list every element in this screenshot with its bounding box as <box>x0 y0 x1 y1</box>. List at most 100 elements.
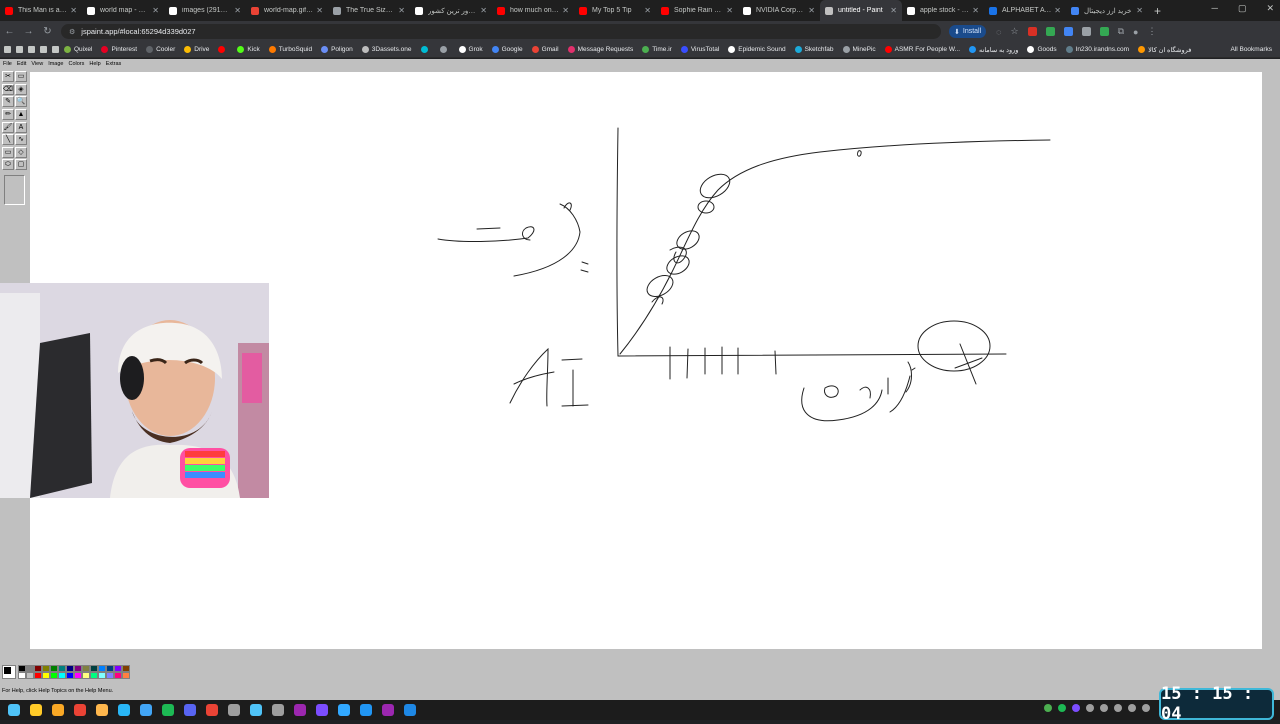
bookmark-item[interactable]: Time.ir <box>642 46 672 53</box>
tab-close-icon[interactable]: ✕ <box>644 6 651 15</box>
extensions-puzzle-icon[interactable]: ⧉ <box>1118 26 1124 37</box>
browser-tab[interactable]: apple stock - Goo✕ <box>902 0 984 21</box>
current-colors[interactable] <box>2 665 16 679</box>
menu-item-help[interactable]: Help <box>89 61 100 67</box>
app-shortcut-icon[interactable] <box>28 46 35 53</box>
profile-icon[interactable]: ● <box>1133 27 1138 37</box>
color-swatch[interactable] <box>98 672 106 679</box>
menu-dots-icon[interactable]: ⋮ <box>1147 26 1156 37</box>
color-swatch[interactable] <box>114 672 122 679</box>
browser-tab[interactable]: images (291×173 ✕ <box>164 0 246 21</box>
back-icon[interactable]: ← <box>0 26 19 37</box>
paint-tool-icon[interactable]: ▲ <box>15 108 27 120</box>
tab-close-icon[interactable]: ✕ <box>972 6 979 15</box>
tab-close-icon[interactable]: ✕ <box>152 6 159 15</box>
paint-tool-icon[interactable]: ╲ <box>2 134 14 146</box>
app-shortcut-icon[interactable] <box>16 46 23 53</box>
taskbar-app-icon[interactable] <box>228 704 240 716</box>
color-swatch[interactable] <box>26 665 34 672</box>
paint-tool-icon[interactable]: 🖌 <box>2 121 14 133</box>
taskbar-app-icon[interactable] <box>404 704 416 716</box>
menu-item-file[interactable]: File <box>3 61 12 67</box>
bookmark-item[interactable]: Quixel <box>64 46 92 53</box>
tool-options[interactable] <box>4 175 25 205</box>
paint-tool-icon[interactable]: ▢ <box>15 159 27 171</box>
paint-tool-icon[interactable]: 🔍 <box>15 96 27 108</box>
color-swatch[interactable] <box>58 665 66 672</box>
color-swatch[interactable] <box>66 672 74 679</box>
paint-tool-icon[interactable]: ▭ <box>2 146 14 158</box>
tray-icon[interactable] <box>1044 704 1052 712</box>
bookmark-item[interactable]: Cooler <box>146 46 175 53</box>
taskbar-app-icon[interactable] <box>294 704 306 716</box>
app-shortcut-icon[interactable] <box>40 46 47 53</box>
color-swatch[interactable] <box>50 672 58 679</box>
taskbar-app-icon[interactable] <box>74 704 86 716</box>
bookmark-item[interactable]: Drive <box>184 46 209 53</box>
taskbar-app-icon[interactable] <box>360 704 372 716</box>
browser-tab[interactable]: ALPHABET A (EI ✕ <box>984 0 1066 21</box>
menu-item-colors[interactable]: Colors <box>68 61 84 67</box>
taskbar-app-icon[interactable] <box>30 704 42 716</box>
color-swatch[interactable] <box>18 672 26 679</box>
extension-icon[interactable] <box>1099 27 1109 36</box>
color-swatch[interactable] <box>122 665 130 672</box>
bookmark-item[interactable]: 3Dassets.one <box>361 46 412 53</box>
bookmark-item[interactable] <box>439 46 450 53</box>
color-swatch[interactable] <box>58 672 66 679</box>
taskbar-app-icon[interactable] <box>140 704 152 716</box>
bookmark-item[interactable]: Pinterest <box>101 46 137 53</box>
tab-close-icon[interactable]: ✕ <box>398 6 405 15</box>
browser-tab[interactable]: پهناور ترین کشور ✕ <box>410 0 492 21</box>
tray-icon[interactable] <box>1128 704 1136 712</box>
all-bookmarks-button[interactable]: All Bookmarks <box>1230 46 1272 53</box>
taskbar-app-icon[interactable] <box>162 704 174 716</box>
bookmark-item[interactable] <box>218 46 228 53</box>
taskbar-app-icon[interactable] <box>272 704 284 716</box>
browser-tab[interactable]: NVIDIA Corporati ✕ <box>738 0 820 21</box>
taskbar-app-icon[interactable] <box>250 704 262 716</box>
taskbar-app-icon[interactable] <box>338 704 350 716</box>
browser-tab[interactable]: My Top 5 Tip ✕ <box>574 0 656 21</box>
bookmark-item[interactable]: فروشگاه ان کالا <box>1138 46 1191 54</box>
menu-item-view[interactable]: View <box>31 61 43 67</box>
color-swatch[interactable] <box>74 665 82 672</box>
paint-tool-icon[interactable]: ◇ <box>15 146 27 158</box>
bookmark-item[interactable] <box>420 46 431 53</box>
taskbar-app-icon[interactable] <box>118 704 130 716</box>
app-shortcut-icon[interactable] <box>4 46 11 53</box>
browser-tab[interactable]: world map - Goo ✕ <box>82 0 164 21</box>
bookmark-item[interactable]: Sketchfab <box>794 46 834 53</box>
color-swatch[interactable] <box>106 672 114 679</box>
menu-item-edit[interactable]: Edit <box>17 61 26 67</box>
taskbar-app-icon[interactable] <box>382 704 394 716</box>
color-swatch[interactable] <box>82 665 90 672</box>
menu-item-image[interactable]: Image <box>48 61 63 67</box>
bookmark-item[interactable]: Goods <box>1027 46 1057 53</box>
bookmark-item[interactable]: Message Requests <box>567 46 633 53</box>
taskbar-app-icon[interactable] <box>96 704 108 716</box>
color-swatch[interactable] <box>26 672 34 679</box>
tab-close-icon[interactable]: ✕ <box>480 6 487 15</box>
color-swatch[interactable] <box>42 665 50 672</box>
forward-icon[interactable]: → <box>19 26 38 37</box>
extension-icon[interactable] <box>1081 27 1091 36</box>
color-swatch[interactable] <box>90 672 98 679</box>
extension-icon[interactable] <box>1045 27 1055 36</box>
color-swatch[interactable] <box>122 672 130 679</box>
bookmark-item[interactable]: VirusTotal <box>680 46 719 53</box>
paint-tool-icon[interactable]: ✂ <box>2 71 14 82</box>
taskbar-app-icon[interactable] <box>52 704 64 716</box>
extension-icon[interactable] <box>1063 27 1073 36</box>
paint-tool-icon[interactable]: ⬭ <box>2 159 14 171</box>
paint-tool-icon[interactable]: ∿ <box>15 134 27 146</box>
new-tab-button[interactable]: + <box>1154 4 1161 18</box>
bookmark-item[interactable]: Gmail <box>531 46 559 53</box>
tab-close-icon[interactable]: ✕ <box>1136 6 1143 15</box>
extension-icon[interactable] <box>1027 27 1037 36</box>
tray-icon[interactable] <box>1114 704 1122 712</box>
browser-tab[interactable]: This Man is a Ma ✕ <box>0 0 82 21</box>
minimize-icon[interactable]: ─ <box>1212 3 1218 14</box>
bookmark-item[interactable]: Google <box>491 46 523 53</box>
browser-tab[interactable]: The True Size Of ✕ <box>328 0 410 21</box>
